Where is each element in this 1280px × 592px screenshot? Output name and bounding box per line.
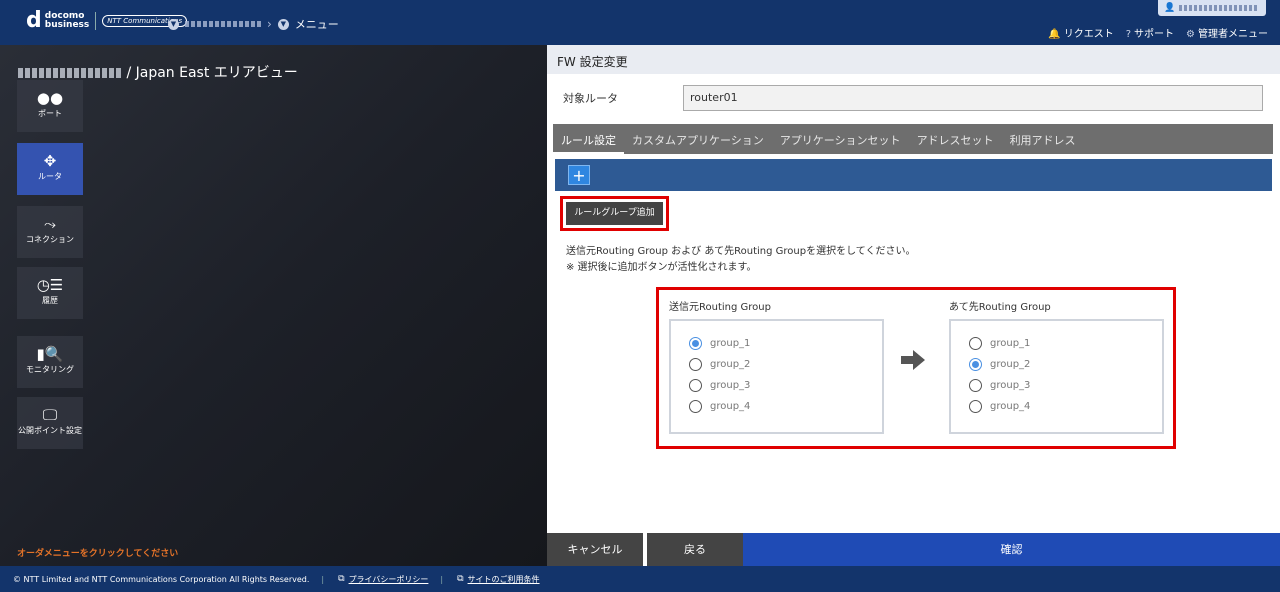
dest-option-group-1[interactable]: group_1 bbox=[969, 333, 1144, 354]
radio-button[interactable] bbox=[689, 379, 702, 392]
nav-item-label: ルータ bbox=[38, 172, 62, 181]
arrow-right-icon bbox=[901, 350, 925, 370]
header-links: 🔔 リクエスト ? サポート ⚙ 管理者メニュー bbox=[1048, 25, 1268, 40]
public-point-icon: 🖵 bbox=[42, 406, 58, 424]
fw-settings-panel: FW 設定変更 対象ルータ router01 ルール設定 カスタムアプリケーショ… bbox=[547, 45, 1280, 566]
top-header: d docomo business NTT Communications ▼ ›… bbox=[0, 0, 1280, 45]
connection-icon: ⤳ bbox=[43, 215, 56, 233]
footer: © NTT Limited and NTT Communications Cor… bbox=[0, 566, 1280, 592]
user-account[interactable]: 👤 bbox=[1158, 0, 1266, 16]
tenant-name-blurred[interactable] bbox=[185, 21, 261, 27]
radio-button[interactable] bbox=[969, 358, 982, 371]
radio-button[interactable] bbox=[689, 400, 702, 413]
radio-button[interactable] bbox=[689, 358, 702, 371]
highlight-box-add-button: ルールグループ追加 bbox=[560, 196, 669, 231]
chevron-down-icon[interactable]: ▼ bbox=[168, 18, 179, 30]
source-option-group-1[interactable]: group_1 bbox=[689, 333, 864, 354]
tab-address-set[interactable]: アドレスセット bbox=[909, 124, 1002, 154]
history-icon: ◷☰ bbox=[36, 276, 64, 294]
add-rule-group-button[interactable]: ルールグループ追加 bbox=[566, 202, 663, 225]
rule-group-toolbar: + bbox=[555, 159, 1272, 191]
external-link-icon: ⧉ bbox=[338, 574, 345, 584]
logo-line-2: business bbox=[44, 20, 90, 30]
dest-routing-group: あて先Routing Group group_1 group_2 group_3… bbox=[949, 298, 1164, 434]
source-option-group-2[interactable]: group_2 bbox=[689, 354, 864, 375]
panel-title: FW 設定変更 bbox=[547, 45, 1280, 74]
source-routing-group: 送信元Routing Group group_1 group_2 group_3… bbox=[669, 298, 884, 434]
highlight-box-routing-groups: 送信元Routing Group group_1 group_2 group_3… bbox=[656, 287, 1176, 449]
dest-routing-group-title: あて先Routing Group bbox=[949, 302, 1051, 313]
settings-tabs: ルール設定 カスタムアプリケーション アプリケーションセット アドレスセット 利… bbox=[553, 124, 1273, 154]
external-link-icon: ⧉ bbox=[457, 574, 464, 584]
footer-divider: | bbox=[440, 574, 444, 584]
add-rule-group-plus-button[interactable]: + bbox=[568, 165, 590, 185]
target-router-label: 対象ルータ bbox=[563, 92, 618, 105]
nav-item-label: ポート bbox=[38, 109, 62, 118]
radio-button[interactable] bbox=[969, 337, 982, 350]
target-router-field: router01 bbox=[683, 85, 1263, 111]
target-router-row: 対象ルータ router01 bbox=[563, 85, 1263, 111]
source-option-group-4[interactable]: group_4 bbox=[689, 396, 864, 417]
radio-button[interactable] bbox=[969, 400, 982, 413]
gear-icon: ⚙ bbox=[1186, 29, 1195, 40]
help-icon: ? bbox=[1125, 29, 1132, 40]
dest-option-group-4[interactable]: group_4 bbox=[969, 396, 1144, 417]
radio-button[interactable] bbox=[969, 379, 982, 392]
dest-option-group-3[interactable]: group_3 bbox=[969, 375, 1144, 396]
tab-application-set[interactable]: アプリケーションセット bbox=[772, 124, 909, 154]
nav-item-label: 履歴 bbox=[42, 296, 58, 305]
dest-routing-group-list: group_1 group_2 group_3 group_4 bbox=[949, 319, 1164, 434]
user-name-blurred bbox=[1179, 5, 1260, 11]
chevron-down-icon[interactable]: ▼ bbox=[277, 18, 289, 30]
bell-icon: 🔔 bbox=[1048, 29, 1061, 40]
nav-item-label: モニタリング bbox=[26, 365, 74, 374]
nav-item-label: コネクション bbox=[26, 235, 74, 244]
request-link[interactable]: 🔔 リクエスト bbox=[1048, 25, 1113, 40]
cancel-button[interactable]: キャンセル bbox=[547, 533, 643, 566]
tab-custom-application[interactable]: カスタムアプリケーション bbox=[624, 124, 772, 154]
copyright-text: © NTT Limited and NTT Communications Cor… bbox=[13, 574, 310, 584]
instruction-line-2: ※ 選択後に追加ボタンが活性化されます。 bbox=[566, 262, 757, 273]
nav-item-router[interactable]: ✥ ルータ bbox=[17, 143, 83, 195]
order-message: オーダメニューをクリックしてください bbox=[17, 549, 179, 559]
source-routing-group-list: group_1 group_2 group_3 group_4 bbox=[669, 319, 884, 434]
header-breadcrumb: ▼ › ▼ メニュー bbox=[168, 16, 339, 32]
logo-divider bbox=[95, 12, 97, 30]
user-icon: 👤 bbox=[1164, 3, 1176, 13]
privacy-policy-link[interactable]: プライバシーポリシー bbox=[349, 574, 429, 585]
instruction-text: 送信元Routing Group および あて先Routing Groupを選択… bbox=[566, 244, 915, 276]
back-button[interactable]: 戻る bbox=[647, 533, 743, 566]
nav-item-monitoring[interactable]: ▮🔍 モニタリング bbox=[17, 336, 83, 388]
logo-d-mark: d bbox=[26, 8, 42, 33]
source-routing-group-title: 送信元Routing Group bbox=[669, 302, 771, 313]
radio-button[interactable] bbox=[689, 337, 702, 350]
tab-rule-settings[interactable]: ルール設定 bbox=[553, 124, 624, 154]
port-icon: ●● bbox=[36, 89, 64, 107]
footer-divider: | bbox=[321, 574, 325, 584]
admin-menu-link[interactable]: ⚙ 管理者メニュー bbox=[1186, 25, 1268, 40]
area-title: / Japan East エリアビュー bbox=[18, 62, 298, 82]
source-option-group-3[interactable]: group_3 bbox=[689, 375, 864, 396]
docomo-business-logo[interactable]: d docomo business NTT Communications bbox=[26, 8, 188, 33]
nav-item-port[interactable]: ●● ポート bbox=[17, 80, 83, 132]
instruction-line-1: 送信元Routing Group および あて先Routing Groupを選択… bbox=[566, 246, 916, 257]
terms-of-use-link[interactable]: サイトのご利用条件 bbox=[468, 574, 540, 585]
nav-item-label: 公開ポイント設定 bbox=[18, 426, 82, 435]
nav-item-connection[interactable]: ⤳ コネクション bbox=[17, 206, 83, 258]
area-view: / Japan East エリアビュー ●● ポート ✥ ルータ ⤳ コネクショ… bbox=[0, 45, 547, 566]
monitoring-icon: ▮🔍 bbox=[36, 345, 64, 363]
tenant-name-blurred bbox=[18, 68, 122, 78]
nav-item-history[interactable]: ◷☰ 履歴 bbox=[17, 267, 83, 319]
dest-option-group-2[interactable]: group_2 bbox=[969, 354, 1144, 375]
chevron-right-icon: › bbox=[267, 17, 272, 31]
tab-used-address[interactable]: 利用アドレス bbox=[1002, 124, 1084, 154]
support-link[interactable]: ? サポート bbox=[1126, 25, 1174, 40]
menu-link[interactable]: メニュー bbox=[295, 16, 339, 32]
confirm-button[interactable]: 確認 bbox=[743, 533, 1280, 566]
router-icon: ✥ bbox=[43, 152, 57, 170]
nav-item-public-point[interactable]: 🖵 公開ポイント設定 bbox=[17, 397, 83, 449]
